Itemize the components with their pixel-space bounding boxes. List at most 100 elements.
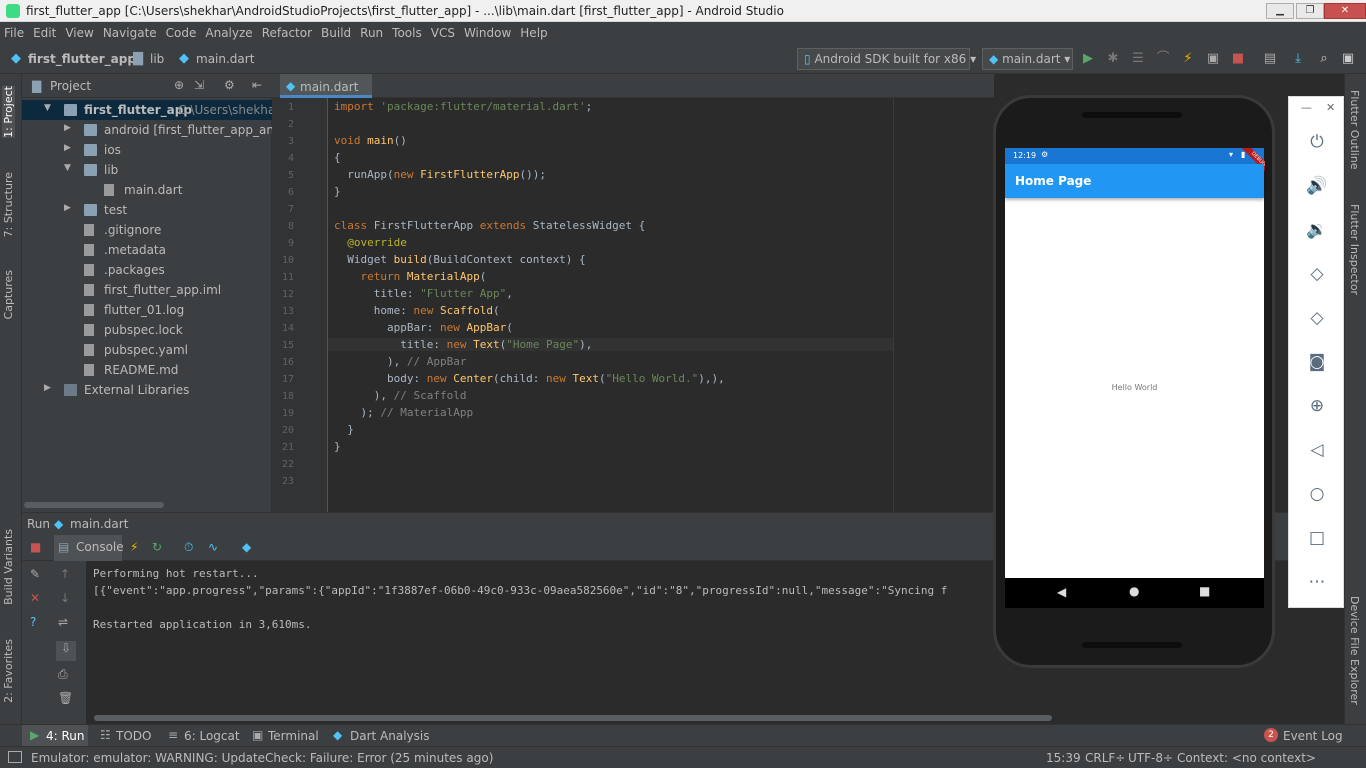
tree-item[interactable]: .gitignore [22, 220, 272, 240]
bottom-tab-terminal[interactable]: Terminal [268, 729, 319, 743]
tab-project[interactable]: 1: Project [2, 86, 15, 138]
run-config-name[interactable]: main.dart [70, 517, 128, 531]
chevron-right-icon[interactable]: ▶ [64, 143, 71, 153]
console-scrollbar[interactable] [94, 715, 1052, 721]
editor-tab-main-dart[interactable]: ◆ main.dart × [280, 74, 372, 108]
home-icon[interactable]: ○ [1305, 482, 1329, 506]
tree-item[interactable]: .packages [22, 260, 272, 280]
line-separator[interactable]: CRLF÷ [1085, 751, 1125, 765]
menu-navigate[interactable]: Navigate [103, 26, 157, 40]
caret-position[interactable]: 15:39 [1046, 751, 1081, 765]
tab-favorites[interactable]: 2: Favorites [2, 639, 15, 703]
volume-up-icon[interactable]: 🔊 [1305, 174, 1329, 198]
menu-run[interactable]: Run [360, 26, 383, 40]
menu-code[interactable]: Code [166, 26, 197, 40]
sync-icon[interactable]: ▣ [1205, 51, 1221, 67]
stop-icon[interactable]: ■ [1230, 51, 1246, 67]
profile-icon[interactable]: ☰ [1130, 51, 1146, 67]
menu-view[interactable]: View [65, 26, 93, 40]
chevron-down-icon[interactable]: ▼ [64, 163, 71, 173]
menu-vcs[interactable]: VCS [431, 26, 455, 40]
emulator-close-icon[interactable]: ✕ [1326, 101, 1335, 114]
help-icon[interactable]: ? [30, 615, 36, 629]
tree-item[interactable]: ▼ lib [22, 160, 272, 180]
performance-icon[interactable]: ∿ [208, 540, 218, 554]
back-icon[interactable]: ◁ [1305, 438, 1329, 462]
zoom-icon[interactable]: ⊕ [1305, 394, 1329, 418]
tab-structure[interactable]: 7: Structure [2, 172, 15, 237]
menu-window[interactable]: Window [464, 26, 511, 40]
trash-icon[interactable]: 🗑 [58, 691, 73, 705]
chevron-right-icon[interactable]: ▶ [44, 383, 51, 393]
scope-icon[interactable]: ⊕ [174, 78, 184, 92]
debug-icon[interactable]: ✱ [1105, 51, 1121, 67]
sdk-manager-icon[interactable]: ⤓ [1290, 51, 1306, 67]
hot-reload-icon[interactable]: ⚡ [130, 540, 138, 554]
menu-build[interactable]: Build [321, 26, 351, 40]
tree-item[interactable]: ▼ first_flutter_appC:\Users\shekhar\Anc [22, 100, 272, 120]
tree-item[interactable]: flutter_01.log [22, 300, 272, 320]
breadcrumb-project[interactable]: first_flutter_app [28, 52, 136, 66]
avd-manager-icon[interactable]: ▤ [1262, 51, 1278, 67]
nav-home-icon[interactable]: ● [1129, 584, 1139, 598]
print-icon[interactable]: ⎙ [58, 667, 68, 682]
timer-icon[interactable]: ⏱ [184, 540, 193, 555]
tab-flutter-outline[interactable]: Flutter Outline [1348, 90, 1361, 170]
run-icon[interactable]: ▶ [1080, 51, 1096, 67]
volume-down-icon[interactable]: 🔉 [1305, 218, 1329, 242]
menu-analyze[interactable]: Analyze [205, 26, 252, 40]
context-indicator[interactable]: Context: <no context> [1177, 751, 1316, 765]
gear-icon[interactable]: ⚙ [224, 78, 235, 92]
status-message[interactable]: Emulator: emulator: WARNING: UpdateCheck… [31, 751, 493, 765]
rotate-left-icon[interactable]: ◇ [1305, 262, 1329, 286]
close-button[interactable]: ✕ [1324, 3, 1366, 19]
scroll-to-end-icon[interactable]: ⇩ [56, 641, 76, 661]
pin-icon[interactable]: ✎ [30, 567, 40, 581]
breadcrumb-file[interactable]: main.dart [196, 52, 254, 66]
tree-item[interactable]: first_flutter_app.iml [22, 280, 272, 300]
nav-back-icon[interactable]: ◀ [1057, 585, 1066, 599]
toggle-panels-icon[interactable] [8, 751, 22, 763]
horizontal-scrollbar[interactable] [24, 502, 164, 508]
soft-wrap-icon[interactable]: ⇌ [58, 615, 68, 629]
chevron-right-icon[interactable]: ▶ [64, 203, 71, 213]
stop-icon[interactable]: ■ [30, 540, 41, 554]
inspector-icon[interactable]: ◆ [242, 540, 251, 554]
bottom-tab-logcat[interactable]: 6: Logcat [184, 729, 240, 743]
hide-icon[interactable]: ⇤ [252, 78, 262, 92]
minimize-button[interactable]: ▁ [1266, 3, 1294, 19]
bottom-tab-dart-analysis[interactable]: Dart Analysis [350, 729, 430, 743]
tree-item[interactable]: pubspec.lock [22, 320, 272, 340]
collapse-icon[interactable]: ⇲ [194, 78, 204, 92]
code-area[interactable]: import 'package:flutter/material.dart'; … [272, 98, 994, 512]
attach-icon[interactable]: ⌒ [1155, 51, 1171, 67]
camera-icon[interactable]: ◙ [1305, 350, 1329, 374]
console-tab[interactable]: ▤ Console [54, 535, 124, 561]
down-arrow-icon[interactable]: ↓ [60, 591, 70, 605]
tab-flutter-inspector[interactable]: Flutter Inspector [1348, 204, 1361, 295]
breadcrumb-folder[interactable]: lib [150, 52, 164, 66]
bottom-tab-run[interactable]: ▶ 4: Run [22, 725, 88, 747]
search-icon[interactable]: ⌕ [1316, 51, 1332, 67]
chevron-right-icon[interactable]: ▶ [64, 123, 71, 133]
tab-device-file-explorer[interactable]: Device File Explorer [1348, 596, 1361, 705]
more-icon[interactable]: ⋯ [1305, 570, 1329, 594]
menu-refactor[interactable]: Refactor [262, 26, 312, 40]
menu-edit[interactable]: Edit [33, 26, 56, 40]
tab-build-variants[interactable]: Build Variants [2, 529, 15, 605]
tree-item[interactable]: pubspec.yaml [22, 340, 272, 360]
project-view-selector[interactable]: Project [50, 79, 91, 93]
tree-item[interactable]: ▶ External Libraries [22, 380, 272, 400]
hot-reload-icon[interactable]: ⚡ [1180, 51, 1196, 67]
tree-item[interactable]: .metadata [22, 240, 272, 260]
bottom-tab-todo[interactable]: TODO [116, 729, 151, 743]
tree-item[interactable]: ▶ test [22, 200, 272, 220]
tree-item[interactable]: ▶ ios [22, 140, 272, 160]
run-config-selector[interactable]: ◆ main.dart ▾ [982, 48, 1073, 70]
emulator-minimize-icon[interactable]: — [1301, 101, 1312, 114]
window-icon[interactable]: ▣ [1340, 51, 1356, 67]
tree-item[interactable]: main.dart [22, 180, 272, 200]
close-icon[interactable]: ✕ [30, 591, 40, 605]
hot-restart-icon[interactable]: ↻ [152, 540, 162, 554]
maximize-button[interactable]: ❐ [1296, 3, 1324, 19]
